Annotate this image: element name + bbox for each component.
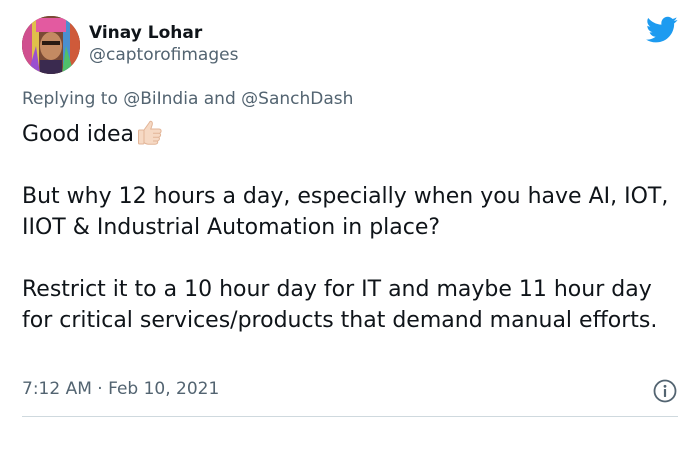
tweet-time[interactable]: 7:12 AM <box>22 379 92 399</box>
tweet-timestamp[interactable]: 7:12 AM · Feb 10, 2021 <box>22 378 219 400</box>
author-name[interactable]: Vinay Lohar <box>89 23 202 43</box>
info-icon[interactable] <box>652 378 678 404</box>
tweet-line-1: Good idea <box>22 117 682 150</box>
meta-separator: · <box>97 379 103 399</box>
tweet-paragraph-2: But why 12 hours a day, especially when … <box>22 184 669 240</box>
tweet-body: Good idea But why 12 hours a day, especi… <box>22 117 682 336</box>
tweet-line-1-text: Good idea <box>22 122 135 147</box>
reply-mention-1[interactable]: @BiIndia <box>123 89 198 109</box>
twitter-bird-icon[interactable] <box>646 16 678 44</box>
reply-context: Replying to @BiIndia and @SanchDash <box>22 88 353 110</box>
user-avatar-photo <box>22 16 80 74</box>
divider <box>22 416 678 417</box>
tweet-date[interactable]: Feb 10, 2021 <box>108 379 219 399</box>
tweet-card: Vinay Lohar @captorofimages Replying to … <box>0 0 700 470</box>
avatar[interactable] <box>22 16 80 74</box>
reply-conjunction: and <box>203 89 236 109</box>
reply-prefix: Replying to <box>22 89 118 109</box>
reply-mention-2[interactable]: @SanchDash <box>241 89 353 109</box>
author-handle[interactable]: @captorofimages <box>89 45 238 65</box>
tweet-paragraph-3: Restrict it to a 10 hour day for IT and … <box>22 277 658 333</box>
thumbs-up-icon <box>138 120 162 145</box>
